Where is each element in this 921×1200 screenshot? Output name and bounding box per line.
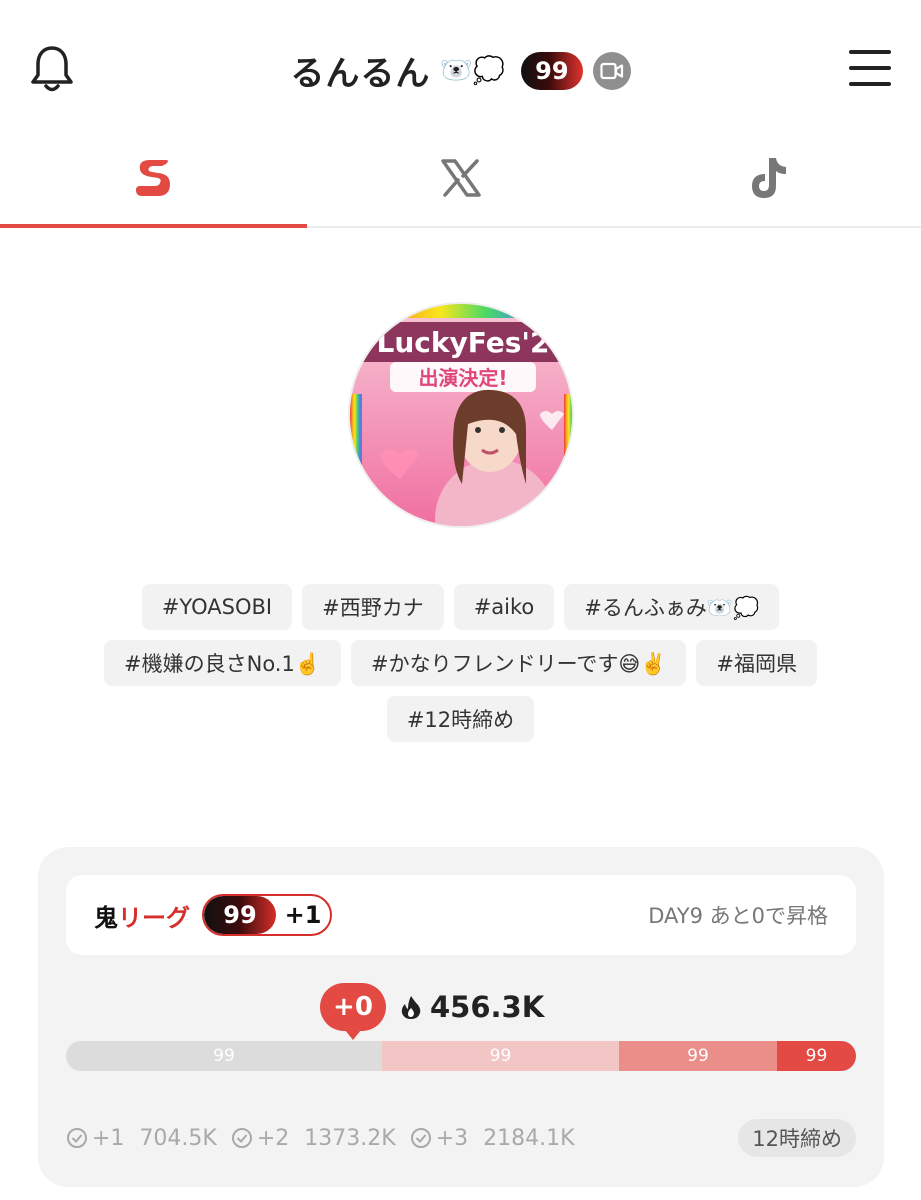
delta-bubble: +0 [320, 983, 386, 1040]
score-row: +0 456.3K [320, 983, 544, 1040]
check-circle-icon [410, 1128, 431, 1148]
avatar: LuckyFes'2 出演決定! [348, 302, 574, 528]
progress-segment: 99 [619, 1041, 777, 1071]
flame-icon [401, 996, 421, 1019]
league-status: DAY9 あと0で昇格 [648, 904, 828, 928]
hamburger-menu-icon[interactable] [849, 50, 891, 86]
hashtag-chip[interactable]: #かなりフレンドリーです😅✌️ [350, 640, 687, 686]
check-circle-icon [67, 1128, 87, 1148]
progress-bar: 99 99 99 99 [66, 1041, 856, 1071]
hashtag-chip[interactable]: #るんふぁみ🐻‍❄️💭 [564, 584, 780, 630]
tab-tiktok[interactable] [614, 130, 921, 226]
profile-page: るんるん 🐻‍❄️💭 99 [0, 0, 921, 1200]
hashtag-chip[interactable]: #YOASOBI [141, 584, 293, 630]
title-row: るんるん 🐻‍❄️💭 99 [0, 46, 921, 95]
header: るんるん 🐻‍❄️💭 99 [0, 0, 921, 130]
hashtag-chip[interactable]: #機嫌の良さNo.1☝️ [104, 640, 341, 686]
tab-showroom[interactable] [0, 130, 307, 228]
goal-item: +2 1373.2K [231, 1126, 396, 1151]
league-card[interactable]: 鬼リーグ 99 +1 DAY9 あと0で昇格 +0 456.3K 99 99 9… [38, 847, 884, 1187]
deadline-badge: 12時締め [738, 1119, 856, 1157]
check-circle-icon [231, 1128, 252, 1148]
page-title: るんるん [290, 54, 431, 94]
hashtag-chip[interactable]: #西野カナ [302, 584, 444, 630]
title-emoji: 🐻‍❄️💭 [440, 55, 506, 86]
svg-text:出演決定!: 出演決定! [418, 366, 507, 390]
showroom-logo-icon [135, 160, 170, 196]
goal-item: +3 2184.1K [410, 1126, 575, 1151]
hashtag-chip[interactable]: #12時締め [386, 696, 535, 742]
progress-segment: 99 [66, 1041, 382, 1071]
league-rank: 99 [204, 896, 276, 934]
points-value: 456.3K [430, 990, 545, 1024]
svg-text:LuckyFes'2: LuckyFes'2 [377, 326, 550, 359]
hashtag-chip[interactable]: #aiko [453, 584, 555, 630]
x-logo-icon [440, 159, 481, 197]
rank-badge: 99 [521, 51, 583, 90]
hashtag-chip[interactable]: #福岡県 [696, 640, 817, 686]
league-name: 鬼リーグ [94, 903, 190, 932]
platform-tabs [0, 130, 921, 228]
hashtag-list: #YOASOBI #西野カナ #aiko #るんふぁみ🐻‍❄️💭 #機嫌の良さN… [60, 584, 861, 742]
points-display: 456.3K [400, 990, 544, 1024]
league-header[interactable]: 鬼リーグ 99 +1 DAY9 あと0で昇格 [66, 875, 856, 955]
league-rank-delta: +1 [284, 901, 322, 929]
tab-x[interactable] [307, 130, 614, 226]
progress-segment: 99 [382, 1041, 619, 1071]
goal-item: +1 704.5K [66, 1126, 217, 1151]
tiktok-logo-icon [751, 158, 786, 198]
progress-segment: 99 [777, 1041, 856, 1071]
video-camera-icon[interactable] [592, 51, 631, 90]
league-rank-pill: 99 +1 [202, 894, 332, 936]
goals-row: +1 704.5K +2 1373.2K +3 2184.1K 12時締め [66, 1119, 856, 1157]
